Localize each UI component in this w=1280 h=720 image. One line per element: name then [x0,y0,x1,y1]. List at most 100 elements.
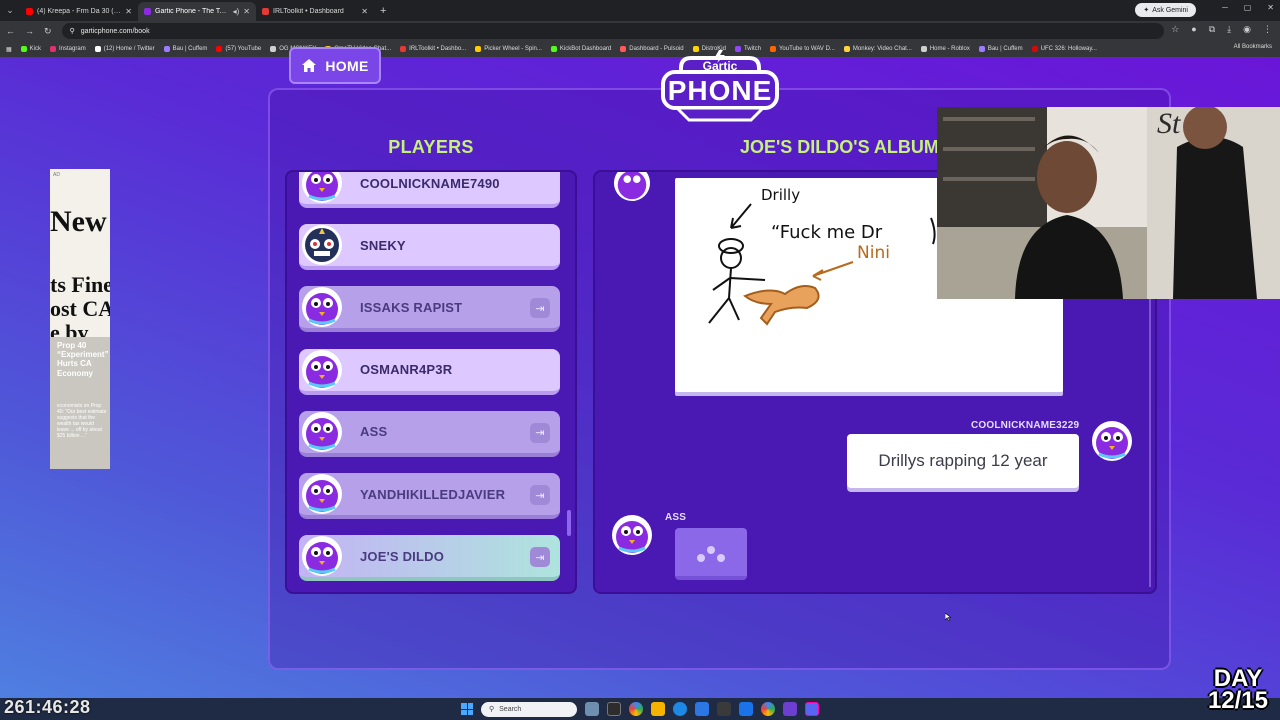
taskbar-app-icon[interactable] [717,702,731,716]
taskbar-widget-icon[interactable] [585,702,599,716]
bookmark-favicon [920,46,927,52]
taskbar-chrome-icon[interactable] [761,702,775,716]
bookmark-item[interactable]: Instagram [50,46,86,52]
player-row[interactable]: JOE'S DILDO ⇥ [299,535,560,582]
bookmark-item[interactable]: Bau | Cuffem [163,46,207,52]
browser-tab-1[interactable]: (4) Kreepa - Frm Da 30 (Official ✕ [20,2,138,21]
download-icon[interactable]: ⤓ [1227,24,1231,35]
url-text: garticphone.com/book [80,27,150,35]
close-window-icon[interactable]: ✕ [1267,3,1274,12]
players-list[interactable]: COOLNICKNAME7490 SNEKY ISSAKS RAPIST ⇥ OSMAN… [285,170,577,594]
bookmark-item[interactable]: (57) YouTube [216,46,261,52]
bookmark-item[interactable]: Kick [20,46,41,52]
taskbar-app-icon[interactable] [783,702,797,716]
tab-search-icon[interactable]: ⌄ [0,0,20,21]
search-placeholder: Search [499,705,522,713]
bookmark-favicon [20,46,27,52]
bookmark-label: KickBot Dashboard [559,46,612,52]
player-avatar [301,172,343,204]
profile-avatar-icon[interactable]: ◉ [1243,24,1251,35]
advertisement[interactable]: AD New York ts Fine ost CA e by Prop 40 … [50,169,110,469]
player-row[interactable]: ISSAKS RAPIST ⇥ [299,286,560,333]
ad-headline-line: ts Fine [50,272,110,297]
bookmark-label: Instagram [59,46,86,52]
window-controls: ─ ▢ ✕ [1222,3,1274,12]
site-info-icon[interactable]: ⚲ [70,27,75,35]
bookmark-item[interactable]: (12) Home / Twitter [94,46,155,52]
extensions-puzzle-icon[interactable]: ⧉ [1209,24,1215,35]
message-author: COOLNICKNAME3229 [971,420,1080,431]
taskbar-edge-icon[interactable] [673,702,687,716]
taskbar-app-icon[interactable] [805,702,819,716]
forward-icon[interactable]: → [25,26,34,36]
bookmark-item[interactable]: KickBot Dashboard [550,46,612,52]
taskbar-taskview-icon[interactable] [607,702,621,716]
taskbar-app-icon[interactable] [739,702,753,716]
browser-tab-2[interactable]: Gartic Phone - The Telephone ◂) ✕ [138,2,256,21]
close-tab-icon[interactable]: ✕ [243,7,250,16]
new-tab-icon[interactable]: + [374,5,392,17]
player-name: ASS [360,424,388,440]
players-scrollbar[interactable] [567,510,571,536]
ad-badge: AD [53,172,60,178]
bookmark-label: UFC 326: Holloway... [1040,46,1097,52]
audio-icon[interactable]: ◂) [233,7,240,16]
bookmark-item[interactable]: Bau | Cuffem [978,46,1023,52]
bookmark-item[interactable]: UFC 326: Holloway... [1031,46,1097,52]
typing-author-avatar [612,515,652,555]
message-bubble: Drillys rapping 12 year [847,434,1079,488]
album-scrollbar[interactable] [1149,292,1151,587]
bookmark-item[interactable]: Picker Wheel - Spin... [475,46,542,52]
taskbar-folder-icon[interactable] [651,702,665,716]
star-icon[interactable]: ☆ [1171,24,1179,35]
ask-gemini-button[interactable]: ✦ Ask Gemini [1135,3,1196,17]
taskbar-store-icon[interactable] [695,702,709,716]
svg-text:St: St [1157,107,1181,140]
tab-title: IRLToolkit • Dashboard [273,8,344,15]
browser-tab-3[interactable]: IRLToolkit • Dashboard ✕ [256,2,374,21]
menu-kebab-icon[interactable]: ⋮ [1263,24,1272,35]
tab-title: Gartic Phone - The Telephone [155,8,229,15]
message-text: Drillys rapping 12 year [878,451,1048,470]
ask-gemini-label: Ask Gemini [1152,6,1188,14]
tab-favicon [144,8,151,15]
player-name: COOLNICKNAME7490 [360,175,500,191]
close-tab-icon[interactable]: ✕ [125,7,132,16]
player-row[interactable]: COOLNICKNAME7490 [299,172,560,208]
home-button[interactable]: HOME [289,47,381,84]
tab-favicon [26,8,33,15]
reload-icon[interactable]: ↻ [44,26,52,37]
windows-taskbar: ⚲ Search [0,698,1280,720]
typing-author: ASS [665,512,687,523]
player-row[interactable]: OSMANR4P3R [299,348,560,395]
windows-start-icon[interactable] [461,703,473,715]
drawing-label-nini: Nini [857,243,890,263]
back-icon[interactable]: ← [6,26,15,36]
player-avatar [301,224,343,266]
all-bookmarks-button[interactable]: All Bookmarks [1234,44,1272,50]
close-tab-icon[interactable]: ✕ [361,7,368,16]
home-icon [302,59,317,72]
player-row[interactable]: SNEKY [299,224,560,271]
bookmarks-bar: ▦ Kick Instagram (12) Home / Twitter Bau | … [0,41,1280,58]
bookmark-item[interactable]: Monkey: Video Chat... [843,46,912,52]
taskbar-search[interactable]: ⚲ Search [481,701,577,717]
apps-grid-icon[interactable]: ▦ [6,46,12,53]
player-row[interactable]: YANDHIKILLEDJAVIER ⇥ [299,473,560,519]
bookmark-label: (12) Home / Twitter [103,46,155,52]
taskbar-chrome-icon[interactable] [629,702,643,716]
bookmark-favicon [163,46,170,52]
player-avatar [301,411,343,453]
url-input[interactable]: ⚲ garticphone.com/book [61,23,1164,39]
album-title: JOE'S DILDO'S ALBUM [740,137,939,157]
bookmark-item[interactable]: IRLToolkit • Dashbo... [400,46,466,52]
bookmark-item[interactable]: Home - Roblox [920,46,970,52]
player-row[interactable]: ASS ⇥ [299,410,560,457]
minimize-icon[interactable]: ─ [1222,3,1228,12]
player-left-icon: ⇥ [530,485,550,505]
players-title: PLAYERS [388,137,474,157]
player-name: SNEKY [360,237,406,253]
bookmark-label: IRLToolkit • Dashbo... [409,46,467,52]
extension-icon[interactable]: ● [1191,24,1196,35]
maximize-icon[interactable]: ▢ [1244,3,1252,12]
